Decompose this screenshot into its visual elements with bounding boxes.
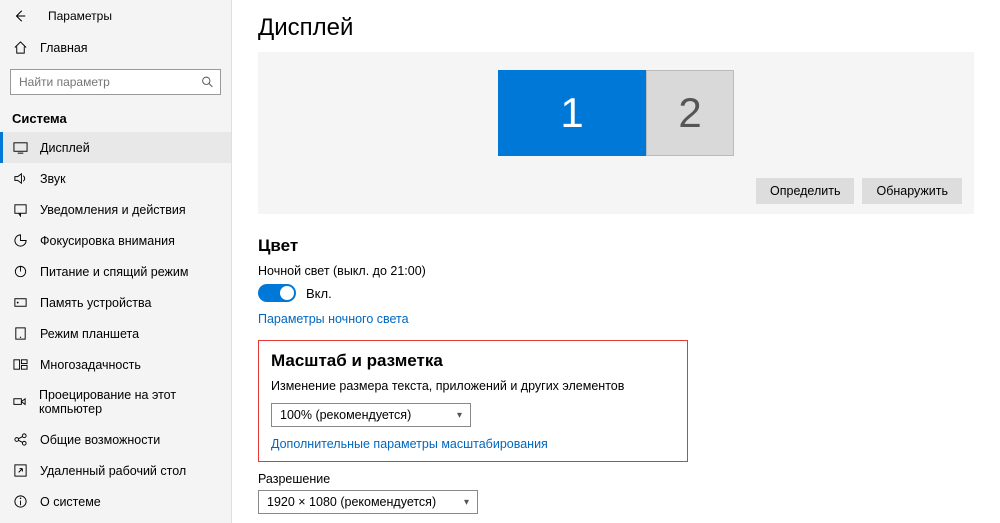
sidebar-item-storage[interactable]: Память устройства — [0, 287, 231, 318]
search-box[interactable] — [10, 69, 221, 95]
nightlight-status: Ночной свет (выкл. до 21:00) — [258, 264, 974, 278]
sidebar-item-power[interactable]: Питание и спящий режим — [0, 256, 231, 287]
sidebar-item-project[interactable]: Проецирование на этот компьютер — [0, 380, 231, 424]
scale-heading: Масштаб и разметка — [271, 351, 675, 371]
about-icon — [12, 494, 28, 509]
home-label: Главная — [40, 41, 88, 55]
power-icon — [12, 264, 28, 279]
sidebar-item-label: Память устройства — [40, 296, 151, 310]
sidebar-item-about[interactable]: О системе — [0, 486, 231, 517]
detect-button[interactable]: Обнаружить — [862, 178, 962, 204]
sidebar-item-label: Удаленный рабочий стол — [40, 464, 186, 478]
search-icon — [201, 76, 214, 89]
remote-icon — [12, 463, 28, 478]
identify-button[interactable]: Определить — [756, 178, 854, 204]
toggle-state-label: Вкл. — [306, 286, 332, 301]
search-input[interactable] — [11, 70, 220, 94]
monitor-1[interactable]: 1 — [498, 70, 646, 156]
tablet-icon — [12, 326, 28, 341]
sidebar-item-label: Проецирование на этот компьютер — [39, 388, 219, 416]
resolution-select-value: 1920 × 1080 (рекомендуется) — [267, 495, 436, 509]
resolution-label: Разрешение — [258, 472, 974, 486]
main-content: Дисплей 1 2 Определить Обнаружить Цвет Н… — [232, 0, 1000, 523]
back-button[interactable] — [12, 8, 28, 24]
titlebar: Параметры — [0, 0, 231, 32]
sidebar-home[interactable]: Главная — [0, 32, 231, 63]
scale-desc: Изменение размера текста, приложений и д… — [271, 379, 675, 393]
focus-icon — [12, 233, 28, 248]
nightlight-settings-link[interactable]: Параметры ночного света — [258, 312, 409, 326]
home-icon — [12, 40, 28, 55]
scale-section: Масштаб и разметка Изменение размера тек… — [258, 340, 688, 462]
sidebar-item-shared[interactable]: Общие возможности — [0, 424, 231, 455]
sidebar-item-display[interactable]: Дисплей — [0, 132, 231, 163]
advanced-scale-link[interactable]: Дополнительные параметры масштабирования — [271, 437, 548, 451]
chevron-down-icon: ▾ — [457, 410, 462, 421]
color-heading: Цвет — [258, 236, 974, 256]
sidebar-item-sound[interactable]: Звук — [0, 163, 231, 194]
sidebar-item-label: Питание и спящий режим — [40, 265, 188, 279]
multitask-icon — [12, 357, 28, 372]
sidebar-item-label: Звук — [40, 172, 66, 186]
shared-icon — [12, 432, 28, 447]
resolution-select[interactable]: 1920 × 1080 (рекомендуется) ▾ — [258, 490, 478, 514]
scale-select[interactable]: 100% (рекомендуется) ▾ — [271, 403, 471, 427]
sidebar-item-tablet[interactable]: Режим планшета — [0, 318, 231, 349]
nightlight-toggle[interactable] — [258, 284, 296, 302]
sidebar-item-label: Общие возможности — [40, 433, 160, 447]
page-title: Дисплей — [258, 14, 974, 42]
project-icon — [12, 395, 27, 410]
chevron-down-icon: ▾ — [464, 497, 469, 508]
section-label: Система — [0, 105, 231, 132]
monitor-arrangement[interactable]: 1 2 — [270, 66, 962, 170]
app-title: Параметры — [48, 9, 112, 23]
display-icon — [12, 140, 28, 155]
sidebar-item-label: Уведомления и действия — [40, 203, 186, 217]
scale-select-value: 100% (рекомендуется) — [280, 408, 411, 422]
sidebar-item-remote[interactable]: Удаленный рабочий стол — [0, 455, 231, 486]
sidebar-item-label: Фокусировка внимания — [40, 234, 175, 248]
monitor-panel: 1 2 Определить Обнаружить — [258, 52, 974, 214]
notifications-icon — [12, 202, 28, 217]
sidebar-item-label: Дисплей — [40, 141, 90, 155]
sidebar-item-label: О системе — [40, 495, 101, 509]
sidebar: Параметры Главная Система Дисплей Звук — [0, 0, 232, 523]
sidebar-item-notifications[interactable]: Уведомления и действия — [0, 194, 231, 225]
sidebar-item-label: Режим планшета — [40, 327, 139, 341]
sidebar-item-label: Многозадачность — [40, 358, 141, 372]
sidebar-item-multitask[interactable]: Многозадачность — [0, 349, 231, 380]
sound-icon — [12, 171, 28, 186]
sidebar-item-focus[interactable]: Фокусировка внимания — [0, 225, 231, 256]
storage-icon — [12, 295, 28, 310]
sidebar-nav: Дисплей Звук Уведомления и действия Фоку… — [0, 132, 231, 523]
monitor-2[interactable]: 2 — [646, 70, 734, 156]
